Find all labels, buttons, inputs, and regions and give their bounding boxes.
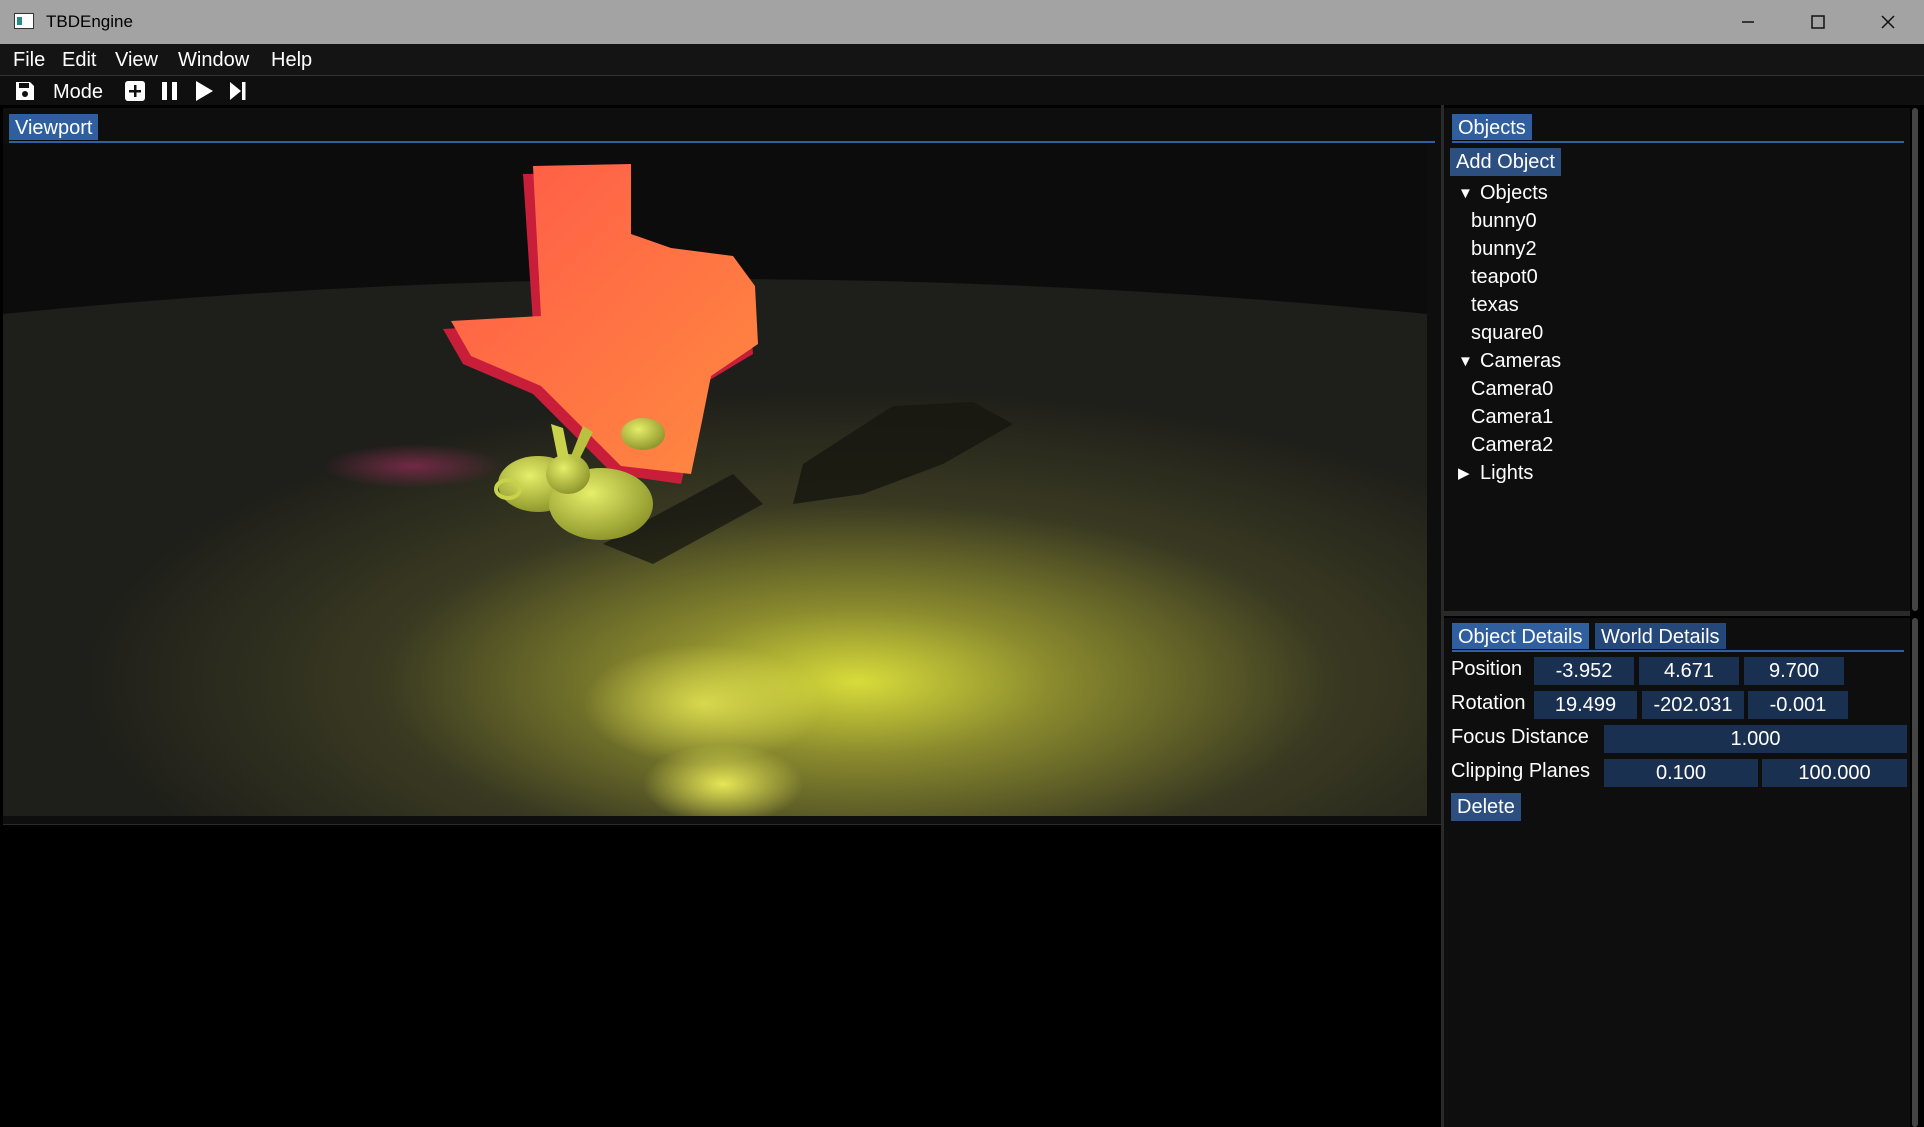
clipping-planes-label: Clipping Planes bbox=[1451, 760, 1590, 782]
menu-window[interactable]: Window bbox=[178, 49, 249, 72]
tab-world-details[interactable]: World Details bbox=[1595, 623, 1726, 649]
minimize-button[interactable] bbox=[1714, 0, 1782, 44]
position-label: Position bbox=[1451, 658, 1523, 680]
tree-item-bunny0[interactable]: bunny0 bbox=[1471, 209, 1537, 233]
menu-help[interactable]: Help bbox=[271, 49, 312, 72]
add-object-button[interactable]: Add Object bbox=[1450, 148, 1561, 176]
clipping-far-field[interactable]: 100.000 bbox=[1762, 759, 1907, 787]
position-y-field[interactable]: 4.671 bbox=[1639, 657, 1739, 685]
pink-glow bbox=[323, 444, 503, 488]
title-bar: TBDEngine bbox=[0, 0, 1924, 44]
close-button[interactable] bbox=[1854, 0, 1922, 44]
step-icon bbox=[230, 81, 246, 100]
menu-edit[interactable]: Edit bbox=[62, 49, 96, 72]
close-icon bbox=[1881, 15, 1895, 29]
delete-button[interactable]: Delete bbox=[1451, 793, 1521, 821]
position-z-field[interactable]: 9.700 bbox=[1744, 657, 1844, 685]
tree-group-label: Lights bbox=[1480, 462, 1534, 484]
rotation-z-field[interactable]: -0.001 bbox=[1748, 691, 1848, 719]
mode-button[interactable]: Mode bbox=[53, 81, 103, 104]
add-icon bbox=[125, 80, 145, 101]
toolbar: Mode bbox=[0, 76, 1924, 105]
position-x-field[interactable]: -3.952 bbox=[1534, 657, 1634, 685]
focus-distance-label: Focus Distance bbox=[1451, 726, 1589, 748]
clipping-near-field[interactable]: 0.100 bbox=[1604, 759, 1758, 787]
tree-group-cameras[interactable]: ▼ Cameras bbox=[1458, 349, 1561, 374]
play-icon bbox=[196, 80, 213, 101]
tab-object-details[interactable]: Object Details bbox=[1452, 623, 1589, 649]
tree-group-lights[interactable]: ▶ Lights bbox=[1458, 461, 1533, 486]
viewport-scene[interactable] bbox=[3, 144, 1427, 816]
bunny2-shape bbox=[621, 418, 665, 450]
rotation-y-field[interactable]: -202.031 bbox=[1642, 691, 1744, 719]
app-icon bbox=[14, 13, 34, 29]
bunny-head bbox=[546, 454, 590, 494]
objects-scrollbar[interactable] bbox=[1912, 108, 1918, 611]
window-title: TBDEngine bbox=[46, 12, 133, 31]
menu-bar: File Edit View Window Help bbox=[0, 44, 1924, 76]
tab-objects[interactable]: Objects bbox=[1452, 114, 1532, 140]
minimize-icon bbox=[1742, 21, 1754, 23]
collapsed-arrow-icon: ▶ bbox=[1458, 464, 1470, 482]
menu-file[interactable]: File bbox=[13, 49, 45, 72]
tree-group-label: Cameras bbox=[1480, 350, 1562, 372]
save-button[interactable] bbox=[12, 78, 38, 103]
details-scrollbar[interactable] bbox=[1912, 618, 1918, 1127]
tree-item-square0[interactable]: square0 bbox=[1471, 321, 1543, 345]
tree-group-objects[interactable]: ▼ Objects bbox=[1458, 181, 1548, 206]
tree-item-texas[interactable]: texas bbox=[1471, 293, 1519, 317]
pause-button[interactable] bbox=[157, 78, 183, 103]
tree-item-camera1[interactable]: Camera1 bbox=[1471, 405, 1553, 429]
pause-icon bbox=[162, 81, 177, 100]
tab-viewport[interactable]: Viewport bbox=[9, 114, 99, 140]
add-button[interactable] bbox=[122, 78, 148, 103]
scene-render bbox=[3, 144, 1427, 816]
step-button[interactable] bbox=[225, 78, 251, 103]
maximize-icon bbox=[1811, 15, 1825, 29]
focus-distance-field[interactable]: 1.000 bbox=[1604, 725, 1907, 753]
details-tab-underline bbox=[1452, 650, 1904, 652]
play-button[interactable] bbox=[191, 78, 217, 103]
tree-item-teapot0[interactable]: teapot0 bbox=[1471, 265, 1538, 289]
tree-group-label: Objects bbox=[1480, 182, 1548, 204]
objects-tab-underline bbox=[1452, 141, 1904, 143]
menu-view[interactable]: View bbox=[115, 49, 158, 72]
maximize-button[interactable] bbox=[1784, 0, 1852, 44]
tree-item-camera0[interactable]: Camera0 bbox=[1471, 377, 1553, 401]
rotation-label: Rotation bbox=[1451, 692, 1526, 714]
expanded-arrow-icon: ▼ bbox=[1458, 184, 1473, 202]
rotation-x-field[interactable]: 19.499 bbox=[1534, 691, 1637, 719]
expanded-arrow-icon: ▼ bbox=[1458, 352, 1473, 370]
save-icon bbox=[16, 81, 34, 100]
panel-divider-horizontal[interactable] bbox=[1444, 611, 1910, 616]
viewport-tab-underline bbox=[9, 141, 1435, 143]
console-panel bbox=[3, 824, 1441, 1125]
tree-item-camera2[interactable]: Camera2 bbox=[1471, 433, 1553, 457]
tree-item-bunny2[interactable]: bunny2 bbox=[1471, 237, 1537, 261]
